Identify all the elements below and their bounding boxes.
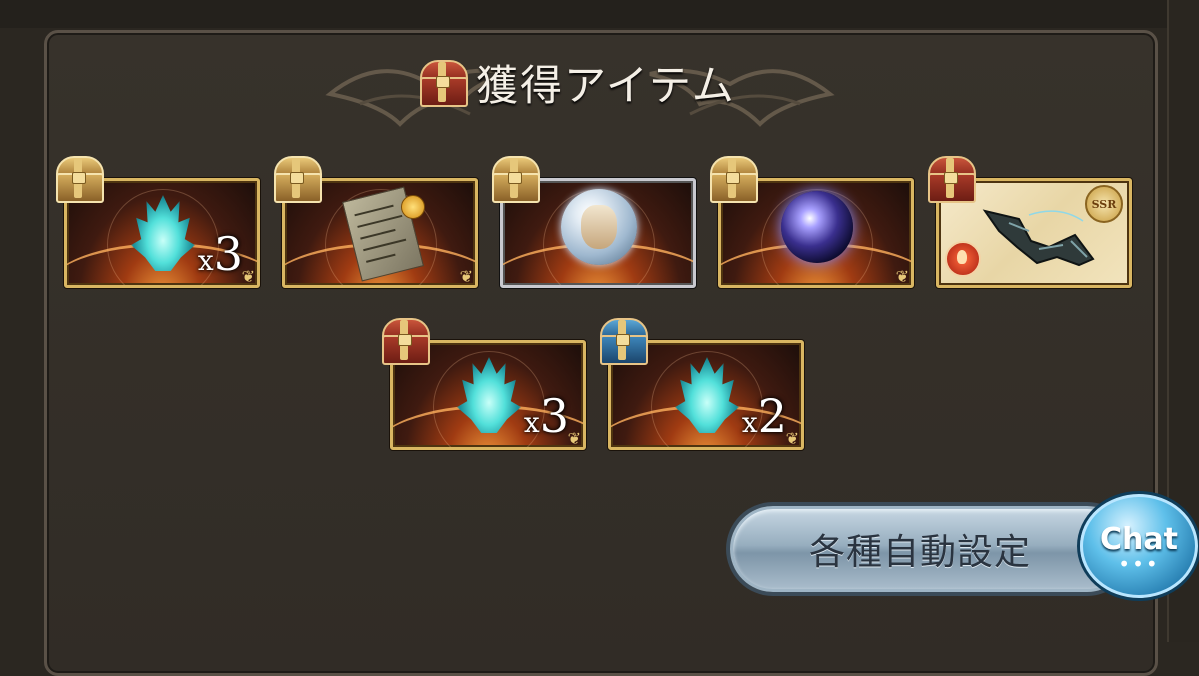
treasure-chest-gold-icon xyxy=(54,156,104,203)
treasure-chest-red-icon xyxy=(926,156,976,203)
gold-seal-icon xyxy=(401,195,425,219)
quantity-label: x2 xyxy=(741,389,787,443)
top-bar xyxy=(0,0,1199,28)
treasure-chest-red-icon xyxy=(418,60,468,107)
weapon-icon xyxy=(982,209,1095,267)
item-card-cosmic-orb[interactable]: ❦❦ xyxy=(708,156,914,288)
fire-element-icon xyxy=(945,241,981,277)
quantity-label: x3 xyxy=(523,389,569,443)
cosmic-orb-icon xyxy=(781,191,853,263)
chat-dots-icon: ••• xyxy=(1118,551,1160,576)
item-card-flame[interactable]: x3 ❦❦ xyxy=(380,318,586,450)
treasure-chest-red-icon xyxy=(380,318,430,365)
item-card-flame[interactable]: x2 ❦❦ xyxy=(598,318,804,450)
page-title-text: 獲得アイテム xyxy=(476,60,736,110)
treasure-chest-gold-icon xyxy=(708,156,758,203)
character-orb-icon xyxy=(561,189,637,265)
auto-settings-label: 各種自動設定 xyxy=(809,532,1032,573)
item-card-flame[interactable]: x3 ❦❦ xyxy=(54,156,260,288)
item-card-scroll[interactable]: ❦❦ xyxy=(272,156,478,288)
panel-header: 獲得アイテム xyxy=(320,46,840,136)
quantity-label: x3 xyxy=(197,227,243,281)
ssr-rarity-badge: SSR xyxy=(1085,185,1123,223)
treasure-chest-gold-icon xyxy=(490,156,540,203)
treasure-chest-blue-icon xyxy=(598,318,648,365)
item-card-character-orb[interactable] xyxy=(490,156,696,288)
item-card-ssr-weapon[interactable]: SSR xyxy=(926,156,1132,288)
treasure-chest-gold-icon xyxy=(272,156,322,203)
chat-button[interactable]: Chat ••• xyxy=(1080,494,1198,598)
page-title: 獲得アイテム xyxy=(418,52,736,112)
auto-settings-button[interactable]: 各種自動設定 xyxy=(730,506,1130,592)
